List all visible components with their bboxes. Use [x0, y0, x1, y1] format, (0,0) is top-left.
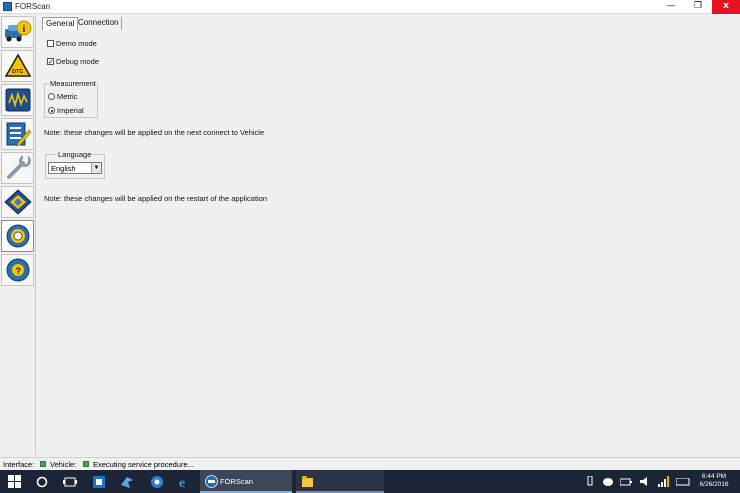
- nav-service-button[interactable]: [1, 152, 34, 184]
- oscilloscope-icon: [5, 88, 31, 112]
- start-button[interactable]: [4, 470, 26, 493]
- system-tray: [584, 470, 690, 493]
- svg-text:i: i: [23, 24, 26, 35]
- taskbar-clock[interactable]: 6:44 PM 6/26/2016: [692, 473, 736, 489]
- forscan-taskbar-icon: [205, 475, 218, 488]
- tab-connection[interactable]: Connection: [75, 17, 123, 30]
- nav-vehicle-info-button[interactable]: i: [1, 16, 34, 48]
- chat-bubble-icon[interactable]: [602, 477, 614, 487]
- language-legend: Language: [57, 150, 93, 159]
- chip-icon: [4, 189, 32, 215]
- nav-configuration-button[interactable]: [1, 186, 34, 218]
- task-view-button[interactable]: [60, 470, 80, 493]
- taskbar-edge-button[interactable]: e: [176, 470, 196, 493]
- nav-dtc-button[interactable]: DTC: [1, 50, 34, 82]
- svg-text:?: ?: [16, 266, 22, 276]
- minimize-button[interactable]: —: [658, 0, 684, 14]
- dtc-icon: DTC: [4, 53, 32, 77]
- language-select[interactable]: English ▼: [48, 162, 102, 174]
- taskbar-app2-button[interactable]: [148, 470, 168, 493]
- imperial-radio[interactable]: [48, 107, 55, 114]
- debug-mode-label: Debug mode: [56, 57, 99, 66]
- windows-logo-icon: [8, 475, 21, 488]
- store-icon: [93, 476, 105, 488]
- svg-text:e: e: [179, 476, 185, 489]
- nav-oscilloscope-button[interactable]: [1, 84, 34, 116]
- wifi-signal-icon[interactable]: [657, 476, 669, 487]
- dropdown-arrow-icon[interactable]: ▼: [91, 163, 101, 173]
- search-button[interactable]: [32, 470, 52, 493]
- usb-device-icon[interactable]: [586, 476, 594, 487]
- vehicle-info-icon: i: [5, 20, 32, 42]
- taskbar: e FORScan 6:44 PM 6/26/2016: [0, 470, 740, 493]
- close-button[interactable]: x: [712, 0, 740, 14]
- nav-help-button[interactable]: ?: [1, 254, 34, 286]
- keyboard-icon[interactable]: [676, 478, 690, 486]
- status-bar: Interface: Vehicle: Executing service pr…: [0, 457, 740, 469]
- interface-status-indicator: [40, 461, 46, 467]
- imperial-label: Imperial: [57, 106, 84, 115]
- taskbar-forscan-button[interactable]: FORScan: [200, 470, 292, 493]
- wrench-icon: [7, 155, 31, 179]
- taskbar-explorer-button[interactable]: [296, 470, 384, 493]
- dtc-text: DTC: [12, 69, 23, 75]
- folder-icon: [302, 476, 313, 487]
- demo-mode-label: Demo mode: [56, 39, 97, 48]
- bird-icon: [121, 477, 133, 488]
- taskbar-forscan-label: FORScan: [220, 477, 253, 486]
- title-bar: FORScan — ❐ x: [0, 0, 740, 14]
- tab-general[interactable]: General: [42, 17, 79, 30]
- interface-label: Interface:: [3, 460, 35, 469]
- battery-icon[interactable]: [620, 478, 632, 486]
- checklist-icon: [6, 122, 32, 147]
- nav-checklist-button[interactable]: [1, 118, 34, 150]
- window-title: FORScan: [15, 2, 51, 11]
- clock-date: 6/26/2016: [699, 481, 729, 488]
- restore-button[interactable]: ❐: [685, 0, 711, 14]
- nav-settings-button[interactable]: [1, 220, 34, 252]
- clock-time: 6:44 PM: [701, 473, 727, 480]
- taskbar-app-button[interactable]: [118, 470, 138, 493]
- forscan-app-icon: [3, 2, 12, 11]
- app-circle-icon: [151, 476, 163, 488]
- vehicle-status-indicator: [83, 461, 89, 467]
- task-view-icon: [63, 477, 77, 487]
- cortana-circle-icon: [36, 476, 48, 488]
- help-icon: ?: [6, 258, 30, 282]
- demo-mode-checkbox[interactable]: [47, 40, 54, 47]
- language-note: Note: these changes will be applied on t…: [44, 194, 268, 203]
- metric-radio[interactable]: [48, 93, 55, 100]
- debug-mode-checkbox[interactable]: ✓: [47, 58, 54, 66]
- left-toolbar: i DTC ?: [0, 15, 36, 455]
- settings-gear-icon: [6, 224, 30, 248]
- taskbar-store-button[interactable]: [90, 470, 110, 493]
- measurement-note: Note: these changes will be applied on t…: [44, 128, 265, 137]
- language-value: English: [51, 164, 76, 173]
- edge-browser-icon: e: [179, 476, 185, 489]
- metric-label: Metric: [57, 92, 78, 101]
- vehicle-label: Vehicle:: [50, 460, 77, 469]
- status-message: Executing service procedure...: [93, 460, 194, 469]
- volume-icon[interactable]: [639, 476, 651, 487]
- measurement-legend: Measurement: [49, 79, 97, 88]
